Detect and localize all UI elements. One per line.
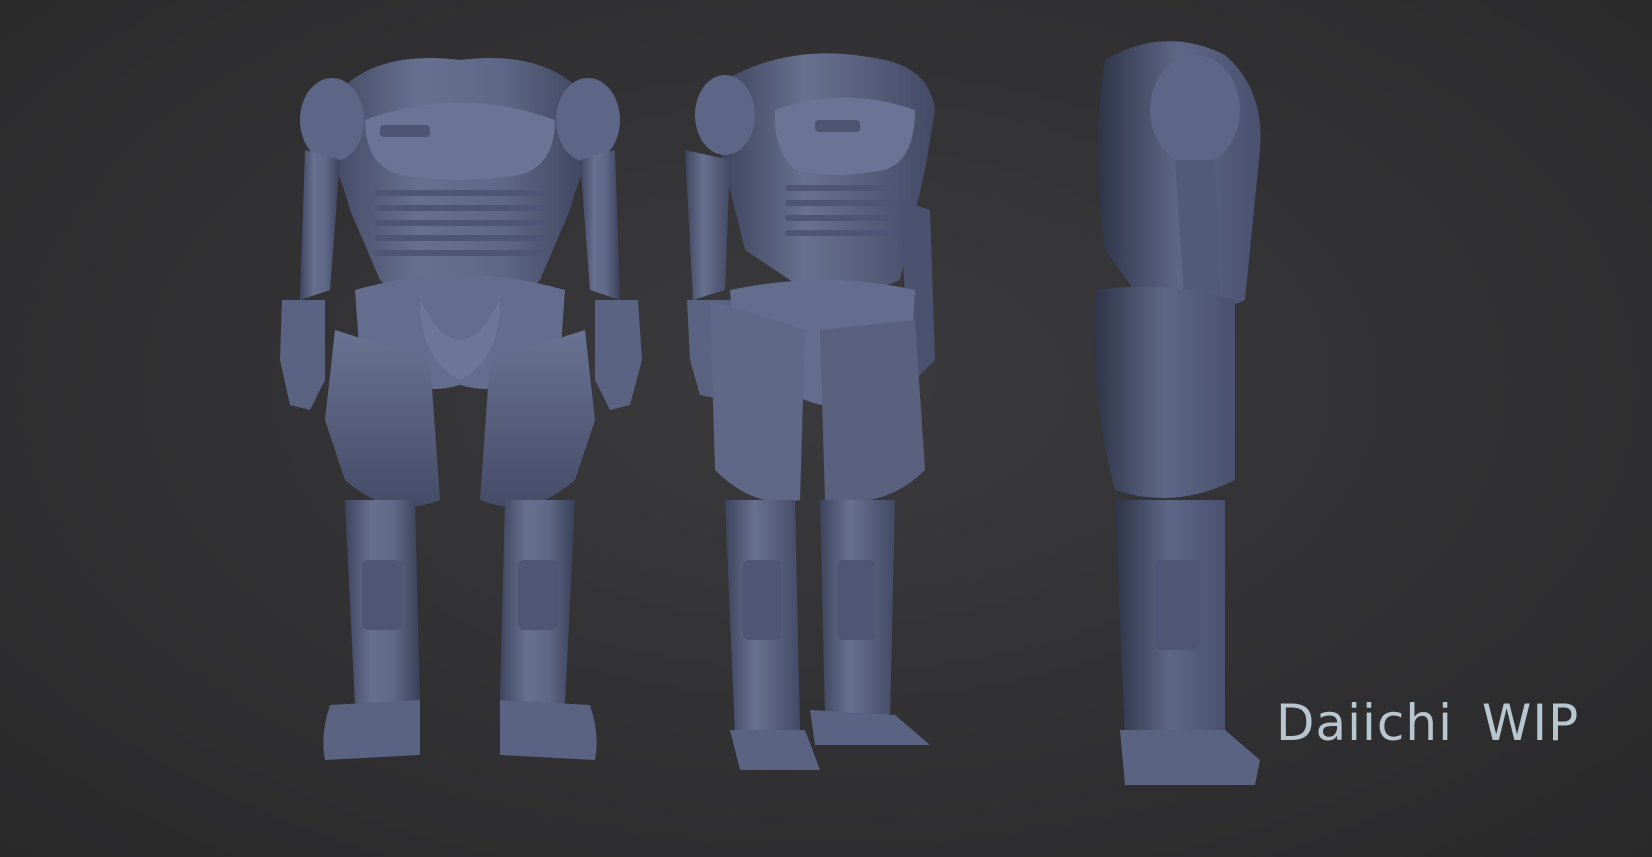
armor-front-view — [270, 0, 650, 810]
caption-text: Daiichi WIP — [1276, 694, 1580, 752]
render-viewport: Daiichi WIP — [0, 0, 1652, 857]
armor-three-quarter-view — [685, 0, 985, 810]
armor-side-view — [1085, 0, 1285, 810]
